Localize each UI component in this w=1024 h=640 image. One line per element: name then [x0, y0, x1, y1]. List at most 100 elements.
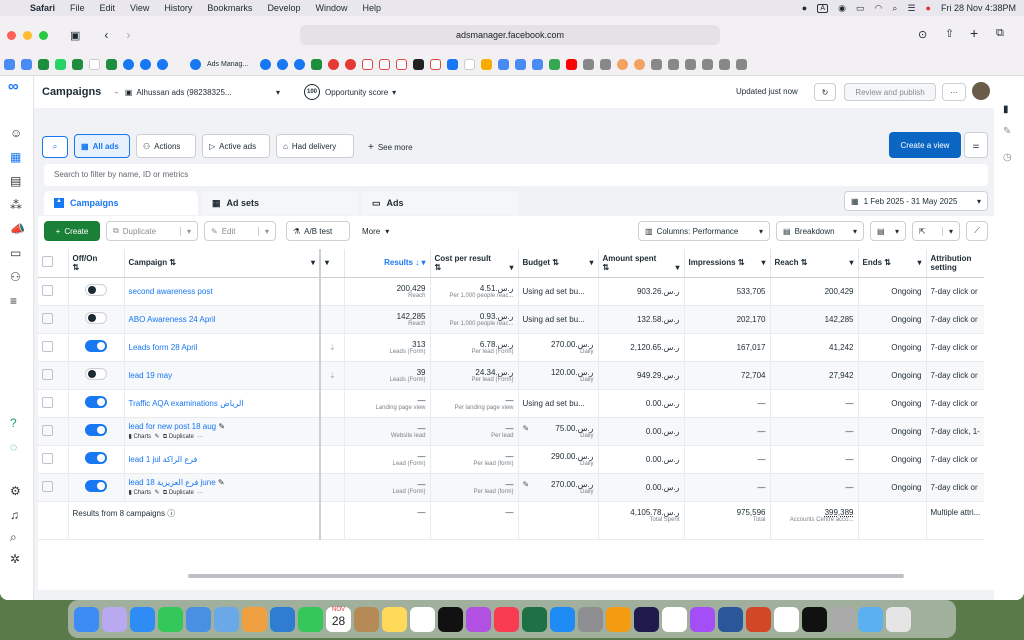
wifi-icon[interactable]: ◠	[875, 3, 883, 14]
filter-actions[interactable]: ⚇ Actions	[136, 134, 196, 158]
opportunity-score-button[interactable]: 100 Opportunity score ▾	[298, 83, 410, 101]
facebook-bookmark-icon[interactable]	[260, 59, 272, 70]
acrobat-icon[interactable]	[662, 606, 687, 632]
gmail-bookmark-icon[interactable]	[362, 59, 374, 70]
campaign-toggle[interactable]	[85, 284, 107, 296]
ends-header[interactable]: Ends ⇅ ▾	[858, 249, 927, 278]
bookmark-icon[interactable]	[532, 59, 544, 70]
campaign-toggle[interactable]	[85, 396, 107, 408]
excel-icon[interactable]	[522, 606, 547, 632]
downloads-icon[interactable]: ⊙	[918, 28, 927, 41]
campaign-toggle[interactable]	[85, 368, 107, 380]
notes-icon[interactable]	[382, 606, 407, 632]
tab-ads[interactable]: ▭ Ads	[362, 191, 518, 215]
campaign-name-link[interactable]: Leads form 28 April	[129, 343, 198, 352]
facetime-icon[interactable]	[298, 606, 323, 632]
facebook-bookmark-icon[interactable]	[157, 59, 168, 70]
row-checkbox[interactable]	[42, 312, 53, 324]
sidebar-toggle-icon[interactable]: ▣	[70, 29, 80, 42]
account-overview-icon[interactable]: ☺	[10, 126, 22, 140]
campaign-name-link[interactable]: lead for new post 18 aug	[129, 422, 217, 431]
table-row[interactable]: lead 18 فرع العزيزية june ✎ ▮ Charts ✎ ⧉ …	[38, 473, 985, 502]
date-range-picker[interactable]: ▦ 1 Feb 2025 - 31 May 2025 ▾	[844, 191, 988, 211]
bookmark-icon[interactable]	[702, 59, 714, 70]
campaign-header[interactable]: Campaign ⇅ ▾	[124, 249, 321, 278]
whatsapp-bookmark-icon[interactable]	[55, 59, 66, 70]
bookmark-icon[interactable]	[600, 59, 612, 70]
table-row[interactable]: lead 1 jul فرع الراكة — Lead (Form) — Per le…	[38, 445, 985, 474]
campaign-name-link[interactable]: lead 1 jul فرع الراكة	[129, 455, 198, 464]
columns-selector[interactable]: ▥ Columns: Performance ▾	[638, 221, 770, 241]
bookmark-icon[interactable]	[736, 59, 748, 70]
bookmark-icon[interactable]	[413, 59, 425, 70]
row-more-icon[interactable]: ···	[197, 490, 203, 496]
more-options-button[interactable]: ···	[942, 83, 966, 101]
row-checkbox[interactable]	[42, 340, 53, 352]
table-row[interactable]: Leads form 28 April ⇣ 313 Leads (Form) 6.78.…	[38, 333, 985, 362]
apple-tv-icon[interactable]	[438, 606, 463, 632]
search-icon[interactable]: ⌕	[10, 530, 17, 545]
tab-ad-sets[interactable]: ▦ Ad sets	[202, 191, 358, 215]
row-more-icon[interactable]: ···	[197, 434, 203, 440]
campaign-toggle[interactable]	[85, 312, 107, 324]
capcut-icon[interactable]	[802, 606, 827, 632]
help-icon[interactable]: ?	[10, 416, 17, 430]
freeform-icon[interactable]	[270, 606, 295, 632]
charts-link[interactable]: ▮ Charts	[129, 490, 152, 496]
export-button[interactable]: ⇱ ▾	[912, 221, 960, 241]
duplicate-link[interactable]: ⧉ Duplicate	[163, 490, 194, 496]
row-checkbox[interactable]	[42, 480, 53, 492]
table-row[interactable]: ABO Awareness 24 April 142,285 Reach 0.93.ر…	[38, 305, 985, 334]
menu-history[interactable]: History	[164, 3, 192, 13]
bookmark-icon[interactable]	[328, 59, 340, 70]
preview-icon[interactable]	[830, 606, 855, 632]
bookmark-icon[interactable]	[617, 59, 629, 70]
settings-gear-icon[interactable]: ⚙	[10, 484, 21, 498]
filter-active-ads[interactable]: ▷ Active ads	[202, 134, 270, 158]
podcasts-icon[interactable]	[466, 606, 491, 632]
review-and-publish-button[interactable]: Review and publish	[844, 83, 936, 101]
launchpad-icon[interactable]	[102, 606, 127, 632]
edit-button[interactable]: ✎ Edit ▾	[204, 221, 276, 241]
select-all-checkbox[interactable]	[42, 256, 53, 268]
tab-overview-icon[interactable]: ⧉	[996, 27, 1004, 40]
table-row[interactable]: lead 19 may ⇣ 39 Leads (Form) 24.34.ر.س Per l…	[38, 361, 985, 390]
gamepad-icon[interactable]: ●	[802, 3, 807, 13]
facebook-bookmark-icon[interactable]	[294, 59, 306, 70]
campaign-toggle[interactable]	[85, 340, 107, 352]
calendar-icon[interactable]: NOV 28	[326, 606, 351, 632]
mail-icon[interactable]	[186, 606, 211, 632]
all-tools-menu-icon[interactable]: ≡	[10, 294, 17, 308]
row-checkbox[interactable]	[42, 452, 53, 464]
bookmark-icon[interactable]	[498, 59, 510, 70]
reports-button[interactable]: ▤ ▾	[870, 221, 906, 241]
table-row[interactable]: second awareness post 200,429 Reach 4.51.ر.…	[38, 277, 985, 306]
new-tab-icon[interactable]: +	[970, 25, 978, 41]
charts-toggle-button[interactable]: ⟋	[966, 221, 988, 241]
billing-icon[interactable]: ▭	[10, 246, 21, 260]
feedback-icon[interactable]: ◌	[10, 440, 17, 454]
bookmark-icon[interactable]	[549, 59, 561, 70]
attribution-header[interactable]: Attribution setting	[926, 249, 985, 278]
campaign-name-link[interactable]: Traffic AQA examinations الرياض	[129, 399, 244, 408]
messages-icon[interactable]	[158, 606, 183, 632]
menu-help[interactable]: Help	[362, 3, 381, 13]
view-settings-button[interactable]: ⚌	[964, 132, 988, 158]
close-window-button[interactable]	[7, 30, 16, 40]
facebook-bookmark-icon[interactable]	[277, 59, 289, 70]
avatar[interactable]	[972, 82, 990, 100]
minimize-window-button[interactable]	[23, 30, 32, 40]
menu-window[interactable]: Window	[315, 3, 347, 13]
events-manager-icon[interactable]: ⚇	[10, 270, 21, 284]
row-checkbox[interactable]	[42, 424, 53, 436]
bookmark-icon[interactable]	[685, 59, 697, 70]
delivery-header[interactable]: ▾	[320, 249, 345, 278]
campaign-name-link[interactable]: lead 19 may	[129, 371, 173, 380]
table-row[interactable]: lead for new post 18 aug ✎ ▮ Charts ✎ ⧉ D…	[38, 417, 985, 446]
amount-spent-header[interactable]: Amount spent ⇅ ▾	[598, 249, 685, 278]
back-icon[interactable]: ‹	[104, 28, 108, 42]
analytics-bookmark-icon[interactable]	[481, 59, 493, 70]
contacts-icon[interactable]	[354, 606, 379, 632]
row-checkbox[interactable]	[42, 284, 53, 296]
reports-icon[interactable]: ▤	[10, 174, 21, 188]
